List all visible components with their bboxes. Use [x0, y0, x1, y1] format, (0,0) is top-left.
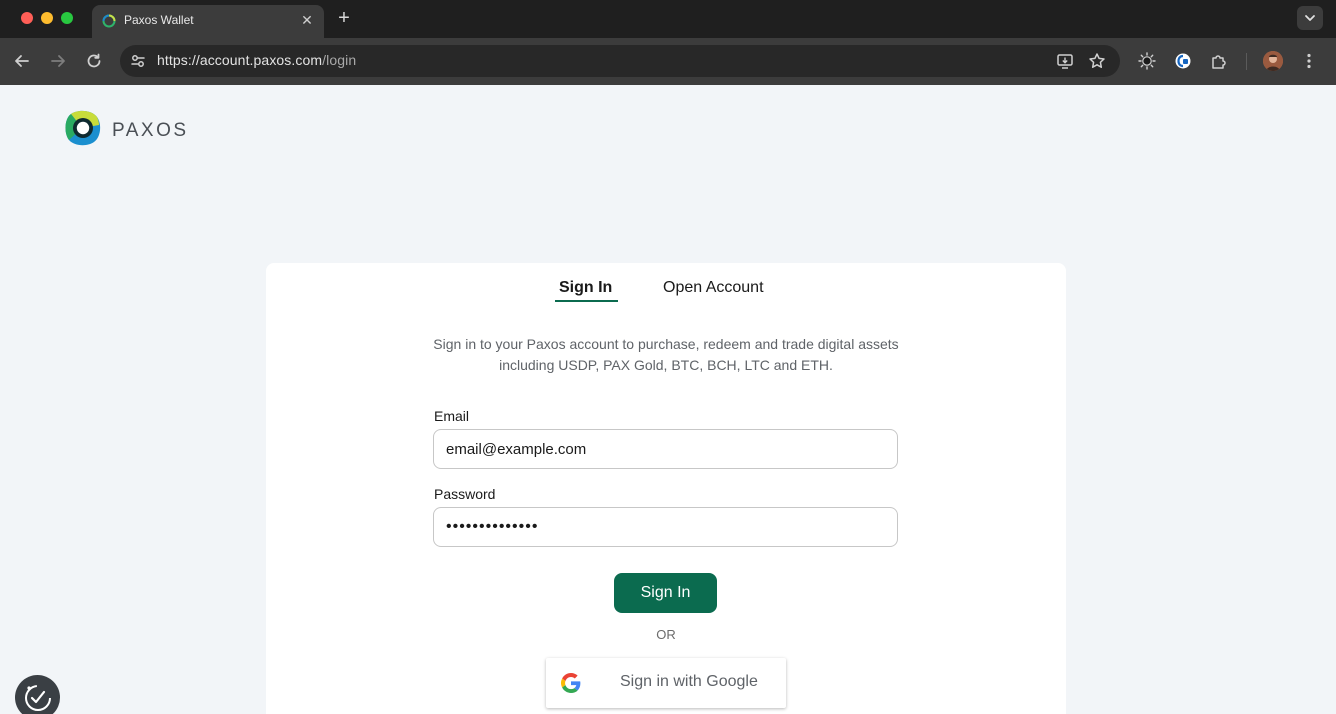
more-menu-icon[interactable] [1299, 51, 1319, 71]
paxos-logo[interactable]: PAXOS [64, 110, 186, 146]
password-field[interactable] [433, 507, 898, 547]
google-logo-icon [561, 673, 581, 693]
chevron-down-icon [1305, 15, 1315, 21]
auth-tabs: Sign In Open Account [266, 279, 1066, 305]
window-zoom-button[interactable] [61, 12, 73, 24]
active-tab-indicator [555, 300, 618, 302]
toolbar-separator [1246, 53, 1247, 70]
email-field[interactable] [433, 429, 898, 469]
window-minimize-button[interactable] [41, 12, 53, 24]
or-divider-text: OR [656, 627, 676, 642]
url-path: /login [322, 52, 357, 68]
profile-person-icon [1263, 51, 1283, 71]
paxos-favicon-icon [102, 14, 116, 28]
google-button-label: Sign in with Google [620, 673, 758, 690]
email-label: Email [434, 408, 470, 424]
login-page: PAXOS Sign In Open Account Sign in to yo… [0, 85, 1336, 714]
tab-open-account[interactable]: Open Account [663, 279, 764, 297]
browser-tab-paxos-wallet[interactable]: Paxos Wallet ✕ [92, 5, 324, 38]
tab-title: Paxos Wallet [124, 13, 194, 27]
address-bar[interactable]: https://account.paxos.com/login [120, 45, 1120, 77]
reload-icon[interactable] [84, 51, 104, 71]
new-tab-button[interactable]: + [334, 7, 354, 29]
browser-toolbar: https://account.paxos.com/login [0, 38, 1336, 85]
paxos-logo-mark-icon [65, 110, 101, 146]
extension-shield-icon[interactable] [1173, 51, 1193, 71]
google-sign-in-button[interactable]: Sign in with Google [546, 658, 786, 708]
profile-avatar[interactable] [1263, 51, 1283, 71]
password-label: Password [434, 486, 496, 502]
tab-close-icon[interactable]: ✕ [298, 11, 316, 29]
url-text[interactable]: https://account.paxos.com/login [157, 52, 356, 68]
extension-sun-icon[interactable] [1137, 51, 1157, 71]
signin-description: Sign in to your Paxos account to purchas… [433, 336, 899, 373]
accessibility-check-icon [25, 685, 51, 711]
signin-card: Sign In Open Account Sign in to your Pax… [266, 263, 1066, 714]
url-host: https://account.paxos.com [157, 52, 323, 68]
sign-in-button[interactable]: Sign In [614, 573, 717, 613]
tab-sign-in[interactable]: Sign In [559, 279, 612, 297]
back-arrow-icon[interactable] [12, 51, 32, 71]
window-close-button[interactable] [21, 12, 33, 24]
tab-search-button[interactable] [1297, 6, 1323, 30]
install-app-icon[interactable] [1055, 51, 1075, 71]
extensions-puzzle-icon[interactable] [1209, 51, 1229, 71]
accessibility-widget-button[interactable] [15, 675, 60, 714]
logo-wordmark: PAXOS [112, 120, 189, 141]
bookmark-star-icon[interactable] [1087, 51, 1107, 71]
browser-tab-bar: Paxos Wallet ✕ + [0, 0, 1336, 38]
forward-arrow-icon[interactable] [48, 51, 68, 71]
site-info-icon[interactable] [128, 51, 148, 71]
